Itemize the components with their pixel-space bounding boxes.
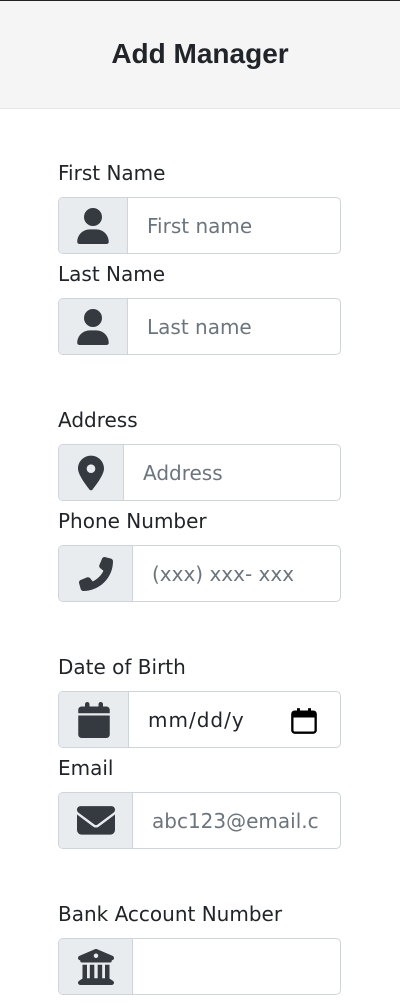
user-icon <box>59 299 128 354</box>
address-input-group <box>58 444 341 501</box>
bank-input-group <box>58 938 341 995</box>
email-field: Email <box>58 756 400 857</box>
page-header: Add Manager <box>0 1 400 109</box>
email-label: Email <box>58 756 114 780</box>
bank-icon <box>59 939 133 994</box>
user-icon <box>59 198 128 253</box>
phone-field: Phone Number <box>58 509 400 610</box>
dob-label: Date of Birth <box>58 655 186 679</box>
add-manager-form: First Name Last Name Address Phone Num <box>0 161 400 1003</box>
bank-label: Bank Account Number <box>58 902 283 926</box>
dob-field: Date of Birth mm/dd/y <box>58 655 400 756</box>
email-input[interactable] <box>133 793 340 848</box>
dob-input-group: mm/dd/y <box>58 691 341 748</box>
first-name-input-group <box>58 197 341 254</box>
first-name-label: First Name <box>58 161 166 185</box>
calendar-icon <box>59 692 129 747</box>
address-input[interactable] <box>124 445 340 500</box>
email-input-group <box>58 792 341 849</box>
dob-input[interactable]: mm/dd/y <box>129 692 340 747</box>
bank-input[interactable] <box>133 939 340 994</box>
phone-icon <box>59 546 133 601</box>
last-name-input[interactable] <box>128 299 340 354</box>
map-marker-icon <box>59 445 124 500</box>
phone-label: Phone Number <box>58 509 207 533</box>
last-name-field: Last Name <box>58 262 400 363</box>
first-name-field: First Name <box>58 161 400 262</box>
calendar-picker-icon[interactable] <box>290 707 318 735</box>
phone-input-group <box>58 545 341 602</box>
bank-field: Bank Account Number <box>58 902 400 1003</box>
phone-input[interactable] <box>133 546 340 601</box>
dob-display: mm/dd/y <box>148 707 245 732</box>
last-name-input-group <box>58 298 341 355</box>
page-title: Add Manager <box>111 37 289 69</box>
first-name-input[interactable] <box>128 198 340 253</box>
envelope-icon <box>59 793 133 848</box>
last-name-label: Last Name <box>58 262 166 286</box>
address-label: Address <box>58 408 138 432</box>
address-field: Address <box>58 408 400 509</box>
